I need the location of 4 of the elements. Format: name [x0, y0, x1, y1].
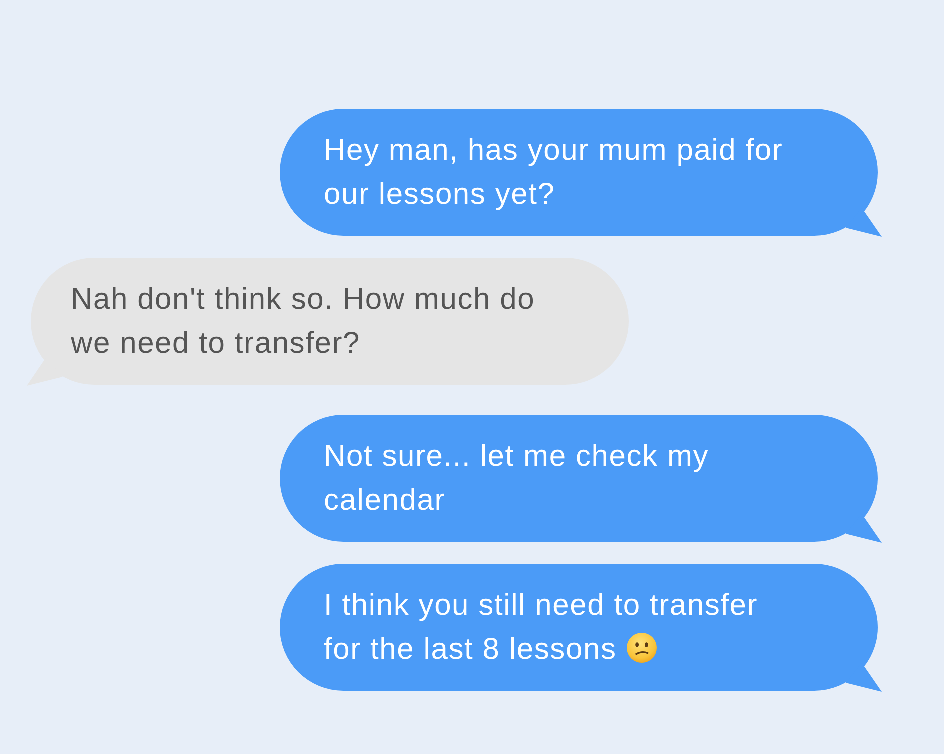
message-text: I think you still need to transfer for the last 8 lessons [324, 589, 758, 666]
message-text: Nah don't think so. How much do we need to transfer? [71, 283, 536, 360]
message-text: Not sure... let me check my calendar [324, 440, 710, 517]
message-text: Hey man, has your mum paid for our lessons yet? [324, 134, 784, 211]
